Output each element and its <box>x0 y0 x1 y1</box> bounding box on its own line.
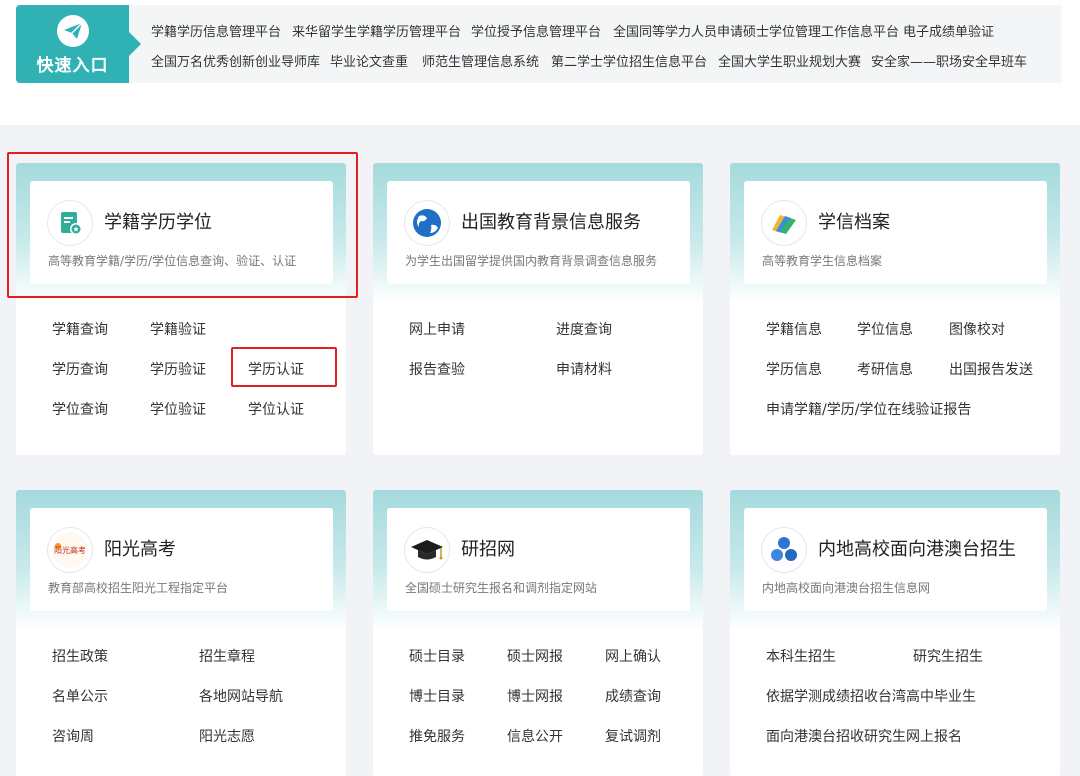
quick-link[interactable]: 全国大学生职业规划大赛 <box>718 51 861 70</box>
quick-link[interactable]: 师范生管理信息系统 <box>422 51 539 70</box>
svg-text:阳光高考: 阳光高考 <box>54 545 86 555</box>
card-overseas-education: 出国教育背景信息服务 为学生出国留学提供国内教育背景调查信息服务 网上申请 进度… <box>373 163 703 455</box>
card-description: 高等教育学生信息档案 <box>762 254 883 268</box>
link-regional-nav[interactable]: 各地网站导航 <box>199 686 283 706</box>
quick-entry-badge: 快速入口 <box>16 5 141 83</box>
card-yanzhao: 研招网 全国硕士研究生报名和调剂指定网站 硕士目录 硕士网报 网上确认 博士目录… <box>373 490 703 776</box>
link-taiwan-xuece[interactable]: 依据学测成绩招收台湾高中毕业生 <box>766 686 976 706</box>
link-hmt-grad-apply[interactable]: 面向港澳台招收研究生网上报名 <box>766 726 962 746</box>
link-xuewei-query[interactable]: 学位查询 <box>52 399 108 419</box>
quick-link[interactable]: 全国同等学力人员申请硕士学位管理工作信息平台 <box>613 21 899 40</box>
card-description: 全国硕士研究生报名和调剂指定网站 <box>405 581 598 595</box>
quick-link[interactable]: 学位授予信息管理平台 <box>471 21 601 40</box>
link-image-proofread[interactable]: 图像校对 <box>949 319 1005 339</box>
link-online-apply[interactable]: 网上申请 <box>409 319 465 339</box>
link-list-publicity[interactable]: 名单公示 <box>52 686 108 706</box>
quick-link[interactable]: 第二学士学位招生信息平台 <box>551 51 707 70</box>
card-title: 阳光高考 <box>104 539 176 560</box>
link-xueji-verify[interactable]: 学籍验证 <box>150 319 206 339</box>
quick-entry-bar: 快速入口 学籍学历信息管理平台 来华留学生学籍学历管理平台 学位授予信息管理平台… <box>16 5 1061 83</box>
flower-dots-icon <box>762 528 806 572</box>
link-online-verify-report[interactable]: 申请学籍/学历/学位在线验证报告 <box>766 399 971 419</box>
quick-entry-label: 快速入口 <box>36 56 109 76</box>
highlight-box-xueli-certify <box>231 347 337 387</box>
quick-link[interactable]: 来华留学生学籍学历管理平台 <box>292 21 461 40</box>
graduation-cap-icon <box>405 528 449 572</box>
link-xueli-verify[interactable]: 学历验证 <box>150 359 206 379</box>
card-description: 为学生出国留学提供国内教育背景调查信息服务 <box>405 254 658 268</box>
quick-link[interactable]: 毕业论文查重 <box>330 51 408 70</box>
card-header[interactable]: 研招网 全国硕士研究生报名和调剂指定网站 <box>387 508 690 611</box>
link-info-disclosure[interactable]: 信息公开 <box>507 726 563 746</box>
link-xueli-query[interactable]: 学历查询 <box>52 359 108 379</box>
card-xuexin-archive: 学信档案 高等教育学生信息档案 学籍信息 学位信息 图像校对 学历信息 考研信息… <box>730 163 1060 455</box>
link-doctor-online-apply[interactable]: 博士网报 <box>507 686 563 706</box>
quick-link[interactable]: 全国万名优秀创新创业导师库 <box>151 51 320 70</box>
card-header[interactable]: 阳光高考 阳光高考 教育部高校招生阳光工程指定平台 <box>30 508 333 611</box>
link-xueji-query[interactable]: 学籍查询 <box>52 319 108 339</box>
link-online-confirm[interactable]: 网上确认 <box>605 646 661 666</box>
card-header[interactable]: 内地高校面向港澳台招生 内地高校面向港澳台招生信息网 <box>744 508 1047 611</box>
card-title: 学信档案 <box>818 212 890 233</box>
card-title: 出国教育背景信息服务 <box>461 212 641 233</box>
card-description: 教育部高校招生阳光工程指定平台 <box>48 581 229 595</box>
link-consult-week[interactable]: 咨询周 <box>52 726 94 746</box>
card-header[interactable]: 学信档案 高等教育学生信息档案 <box>744 181 1047 284</box>
link-xuewei-info[interactable]: 学位信息 <box>857 319 913 339</box>
link-exemption-service[interactable]: 推免服务 <box>409 726 465 746</box>
link-grad-admission[interactable]: 研究生招生 <box>913 646 983 666</box>
card-title: 研招网 <box>461 539 515 560</box>
link-score-query[interactable]: 成绩查询 <box>605 686 661 706</box>
link-xuewei-verify[interactable]: 学位验证 <box>150 399 206 419</box>
paper-plane-icon <box>57 15 89 47</box>
link-retest-adjust[interactable]: 复试调剂 <box>605 726 661 746</box>
link-undergrad-admission[interactable]: 本科生招生 <box>766 646 836 666</box>
link-sunshine-volunteer[interactable]: 阳光志愿 <box>199 726 255 746</box>
link-admission-charter[interactable]: 招生章程 <box>199 646 255 666</box>
link-report-check[interactable]: 报告查验 <box>409 359 465 379</box>
link-progress-query[interactable]: 进度查询 <box>556 319 612 339</box>
card-title: 内地高校面向港澳台招生 <box>818 539 1016 560</box>
link-overseas-report-send[interactable]: 出国报告发送 <box>949 359 1033 379</box>
highlight-box-card <box>7 152 358 298</box>
card-header[interactable]: 出国教育背景信息服务 为学生出国留学提供国内教育背景调查信息服务 <box>387 181 690 284</box>
quick-link[interactable]: 电子成绩单验证 <box>903 21 994 40</box>
card-sunshine-gaokao: 阳光高考 阳光高考 教育部高校招生阳光工程指定平台 招生政策 招生章程 名单公示… <box>16 490 346 776</box>
link-master-catalog[interactable]: 硕士目录 <box>409 646 465 666</box>
link-doctor-catalog[interactable]: 博士目录 <box>409 686 465 706</box>
quick-link[interactable]: 学籍学历信息管理平台 <box>151 21 281 40</box>
globe-icon <box>405 201 449 245</box>
folder-stack-icon <box>762 201 806 245</box>
link-master-online-apply[interactable]: 硕士网报 <box>507 646 563 666</box>
card-hmt-admission: 内地高校面向港澳台招生 内地高校面向港澳台招生信息网 本科生招生 研究生招生 依… <box>730 490 1060 776</box>
quick-link[interactable]: 安全家——职场安全早班车 <box>871 51 1027 70</box>
link-xuewei-certify[interactable]: 学位认证 <box>248 399 304 419</box>
link-apply-materials[interactable]: 申请材料 <box>556 359 612 379</box>
card-description: 内地高校面向港澳台招生信息网 <box>762 581 931 595</box>
link-kaoyan-info[interactable]: 考研信息 <box>857 359 913 379</box>
link-xueji-info[interactable]: 学籍信息 <box>766 319 822 339</box>
sunshine-logo-icon: 阳光高考 <box>48 528 92 572</box>
link-xueli-info[interactable]: 学历信息 <box>766 359 822 379</box>
link-admission-policy[interactable]: 招生政策 <box>52 646 108 666</box>
